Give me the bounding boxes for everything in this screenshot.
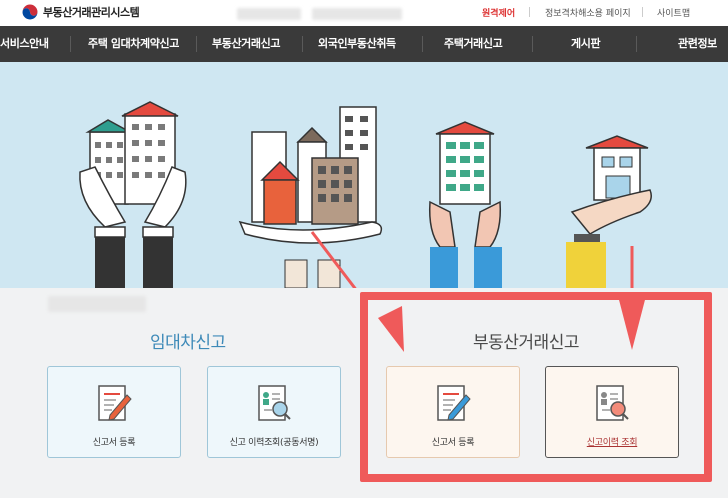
red-arrowhead — [618, 296, 646, 350]
red-arrowhead — [378, 306, 404, 352]
red-arrowheads — [378, 296, 646, 352]
